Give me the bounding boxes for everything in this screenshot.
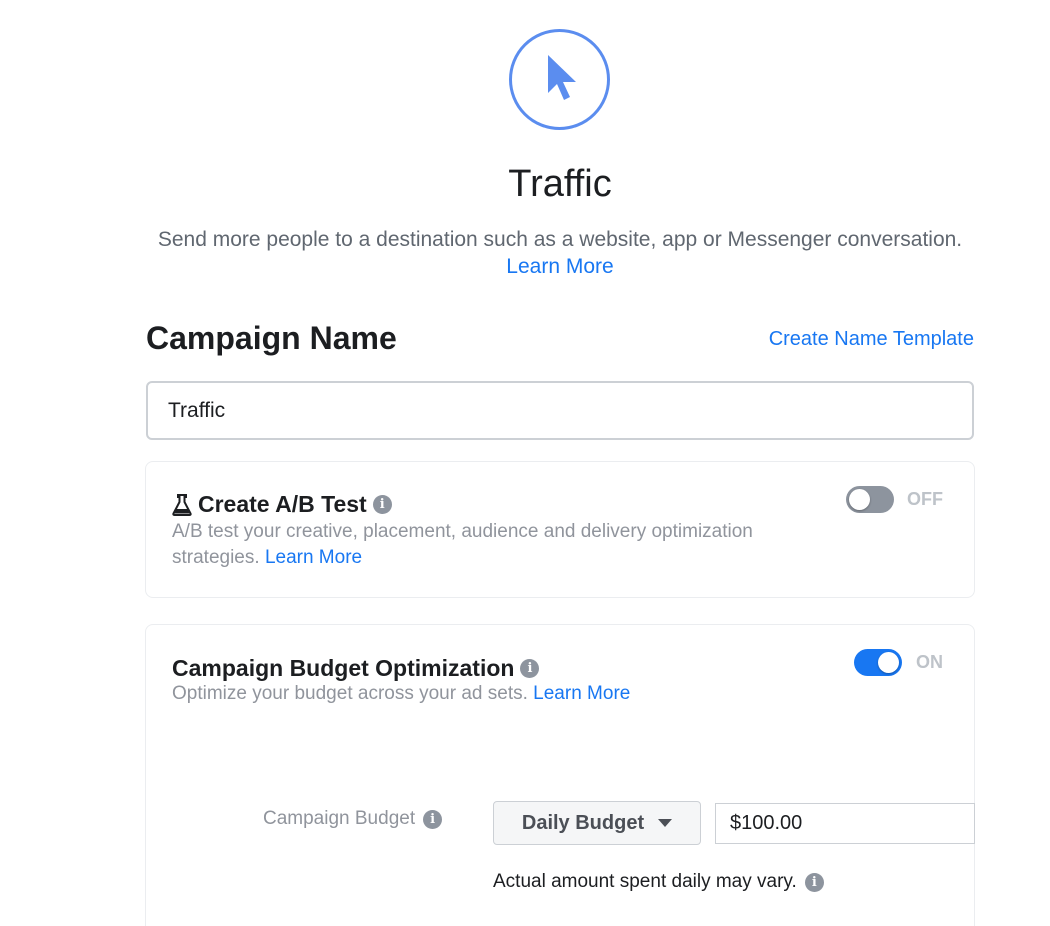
objective-learn-more-link[interactable]: Learn More <box>506 255 613 278</box>
toggle-knob <box>878 652 899 673</box>
cbo-description-text: Optimize your budget across your ad sets… <box>172 683 528 704</box>
budget-type-value: Daily Budget <box>521 811 645 834</box>
ab-test-description-text: A/B test your creative, placement, audie… <box>172 521 753 568</box>
campaign-name-heading: Campaign Name <box>146 320 397 356</box>
budget-type-dropdown[interactable]: Daily Budget <box>493 801 701 845</box>
cbo-toggle[interactable] <box>854 649 902 676</box>
cbo-description: Optimize your budget across your ad sets… <box>172 681 630 707</box>
budget-note-row: Actual amount spent daily may vary. i <box>493 871 824 893</box>
budget-amount-input[interactable] <box>715 803 975 844</box>
campaign-budget-label-row: Campaign Budget i <box>263 808 443 830</box>
campaign-name-input[interactable] <box>146 381 974 440</box>
caret-down-icon <box>658 819 673 827</box>
cbo-toggle-label: ON <box>916 652 943 672</box>
objective-description: Send more people to a destination such a… <box>140 226 980 280</box>
info-icon[interactable]: i <box>372 495 392 514</box>
cbo-title: Campaign Budget Optimization <box>172 655 515 681</box>
ab-test-toggle-label: OFF <box>907 489 943 509</box>
flask-icon <box>172 493 192 516</box>
cbo-learn-more-link[interactable]: Learn More <box>533 683 630 704</box>
ab-test-title: Create A/B Test <box>198 491 367 517</box>
ab-test-toggle[interactable] <box>846 486 894 513</box>
objective-description-text: Send more people to a destination such a… <box>157 228 963 251</box>
create-name-template-link[interactable]: Create Name Template <box>769 328 974 351</box>
info-icon[interactable]: i <box>520 659 540 678</box>
cbo-card: Campaign Budget Optimization i Optimize … <box>145 624 975 926</box>
ab-test-learn-more-link[interactable]: Learn More <box>265 547 362 568</box>
ab-test-title-row: Create A/B Test i <box>172 491 392 518</box>
ab-test-card: Create A/B Test i A/B test your creative… <box>145 461 975 598</box>
budget-note: Actual amount spent daily may vary. <box>493 871 797 892</box>
toggle-knob <box>849 489 870 510</box>
cursor-pointer-icon <box>548 55 576 100</box>
objective-title: Traffic <box>508 163 612 205</box>
campaign-budget-label: Campaign Budget <box>263 808 416 829</box>
cbo-title-row: Campaign Budget Optimization i <box>172 655 540 682</box>
objective-icon <box>509 29 610 130</box>
info-icon[interactable]: i <box>804 872 824 892</box>
ab-test-description: A/B test your creative, placement, audie… <box>172 519 772 571</box>
info-icon[interactable]: i <box>423 809 443 829</box>
